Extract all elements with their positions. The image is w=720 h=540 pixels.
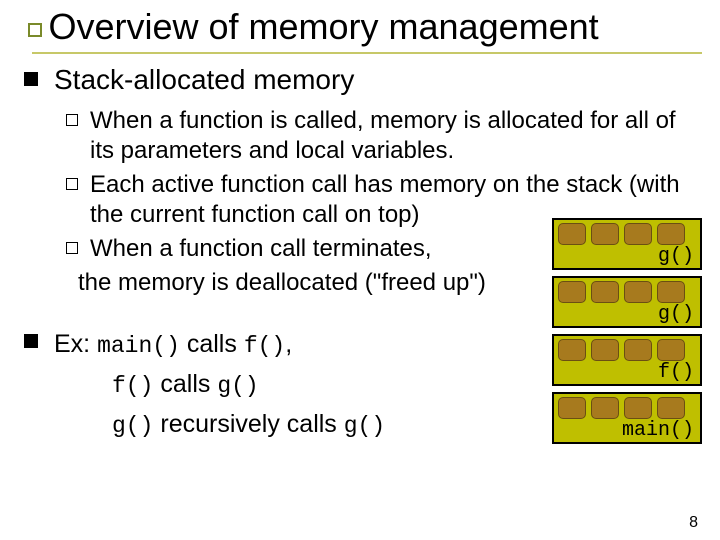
stack-frame: g()	[552, 276, 702, 328]
stack-frame: f()	[552, 334, 702, 386]
slot-icon	[657, 223, 685, 245]
slot-icon	[591, 339, 619, 361]
sub-bullet-1: When a function is called, memory is all…	[66, 106, 702, 166]
ex-calls-2: calls	[153, 370, 217, 398]
frame-slots	[558, 397, 696, 419]
frame-slots	[558, 281, 696, 303]
page-number: 8	[689, 514, 698, 532]
stack-frame: main()	[552, 392, 702, 444]
slide-title: Overview of memory management	[48, 6, 598, 47]
frame-slots	[558, 223, 696, 245]
slot-icon	[558, 281, 586, 303]
frame-label: g()	[558, 304, 696, 325]
slot-icon	[624, 223, 652, 245]
ex-recursive: recursively calls	[153, 410, 343, 438]
slot-icon	[624, 397, 652, 419]
slide: Overview of memory management Stack-allo…	[0, 0, 720, 540]
code-g3: g()	[344, 413, 385, 439]
code-f2: f()	[112, 373, 153, 399]
title-underline	[32, 52, 702, 54]
stack-diagram: g() g() f()	[552, 218, 702, 450]
slot-icon	[657, 397, 685, 419]
slot-icon	[558, 397, 586, 419]
title-accent-square	[28, 23, 42, 37]
ex-calls-1: calls	[180, 330, 244, 358]
ex-lead: Ex:	[54, 330, 97, 358]
ex-comma: ,	[285, 330, 292, 358]
slot-icon	[558, 339, 586, 361]
slot-icon	[591, 397, 619, 419]
frame-label: main()	[558, 420, 696, 441]
frame-slots	[558, 339, 696, 361]
slot-icon	[657, 281, 685, 303]
slot-icon	[624, 281, 652, 303]
code-g2: g()	[112, 413, 153, 439]
section-heading: Stack-allocated memory	[54, 64, 702, 96]
code-f: f()	[244, 333, 285, 359]
slot-icon	[591, 223, 619, 245]
frame-label: g()	[558, 246, 696, 267]
slot-icon	[591, 281, 619, 303]
code-main: main()	[97, 333, 180, 359]
title-row: Overview of memory management	[28, 6, 702, 48]
frame-label: f()	[558, 362, 696, 383]
code-g: g()	[217, 373, 258, 399]
slot-icon	[558, 223, 586, 245]
slot-icon	[624, 339, 652, 361]
slot-icon	[657, 339, 685, 361]
stack-frame: g()	[552, 218, 702, 270]
